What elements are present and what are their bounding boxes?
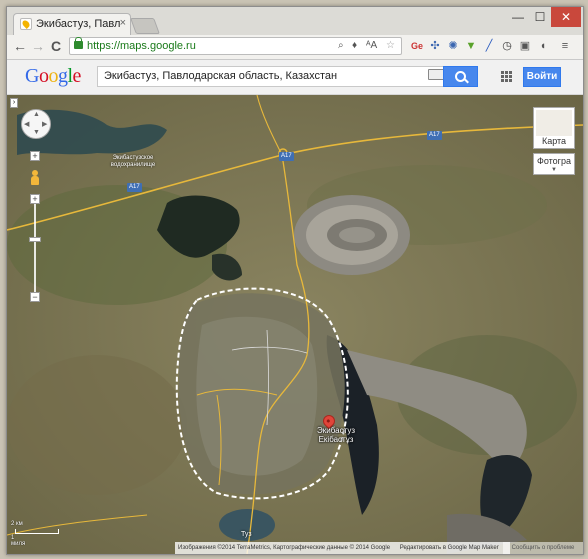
clock-icon[interactable]: ◷ — [499, 38, 515, 54]
report-problem-link[interactable]: Сообщить о проблеме — [503, 542, 583, 554]
screen-icon[interactable]: ▣ — [517, 38, 533, 54]
keyboard-icon[interactable] — [428, 69, 444, 80]
google-logo[interactable]: Google — [25, 65, 81, 88]
satellite-imagery — [7, 95, 583, 554]
map-maker-link[interactable]: Редактировать в Google Map Maker — [400, 545, 499, 551]
url-text[interactable]: https://maps.google.ru — [87, 38, 196, 54]
pan-down-icon[interactable]: ▼ — [33, 129, 40, 136]
zoom-in-button[interactable]: + — [30, 151, 40, 161]
reload-button[interactable]: C — [47, 37, 65, 55]
search-icon[interactable]: ⌕ — [338, 38, 344, 54]
reservoir-label: Экибастузское водохранилище — [110, 155, 156, 168]
scale-bar — [15, 529, 59, 534]
sound-icon[interactable]: ◖ — [535, 38, 551, 54]
close-window-button[interactable]: ✕ — [551, 7, 581, 27]
road-shield-a17: A17 — [279, 152, 294, 161]
city-label-ru: Экибастуз — [317, 426, 355, 435]
gear-icon[interactable]: ✺ — [445, 38, 461, 54]
address-bar[interactable]: https://maps.google.ru ⌕ ♦ ᴬA ☆ — [69, 37, 402, 55]
new-tab-button[interactable] — [130, 18, 160, 34]
pan-right-icon[interactable]: ▶ — [42, 120, 47, 128]
collapse-panel-button[interactable]: › — [10, 98, 18, 108]
scale-mi: 1 миля — [11, 535, 26, 547]
zoom-slider-track[interactable] — [34, 204, 36, 292]
zoom-out-button[interactable]: − — [30, 292, 40, 302]
menu-icon[interactable]: ≡ — [557, 38, 573, 54]
pen-icon[interactable]: ╱ — [481, 38, 497, 54]
zoom-slider-thumb[interactable] — [29, 237, 41, 242]
google-maps-header: Google Экибастуз, Павлодарская область, … — [7, 60, 583, 95]
lock-icon — [74, 37, 83, 49]
star-icon[interactable]: ☆ — [386, 38, 395, 54]
bulb-icon[interactable]: ♦ — [352, 38, 357, 54]
satellite-layer-toggle[interactable]: Фотогра ▼ — [533, 153, 575, 175]
satellite-layer-label: Фотогра — [537, 156, 571, 166]
road-shield-a17: A17 — [427, 131, 442, 140]
maximize-button[interactable]: ☐ — [529, 7, 551, 27]
browser-window: Экибастуз, Павлодарская... × — ☐ ✕ ← → C… — [6, 6, 584, 555]
lake-label: Туз — [241, 531, 252, 538]
scale-km: 2 км — [11, 521, 23, 527]
signin-button[interactable]: Войти — [523, 67, 561, 87]
maps-favicon-icon — [20, 18, 32, 30]
map-scale: 2 км 1 миля — [11, 521, 59, 547]
search-button[interactable] — [443, 66, 478, 87]
city-label: Экибастуз Екібастұз — [317, 426, 355, 444]
satellite-map[interactable]: › ▲ ▼ ◀ ▶ + + − Карта Фотогра ▼ Экибасту… — [7, 95, 583, 554]
map-layer-label: Карта — [541, 136, 567, 146]
back-button[interactable]: ← — [11, 37, 29, 55]
arrow-down-icon[interactable]: ▼ — [463, 38, 479, 54]
browser-tab[interactable]: Экибастуз, Павлодарская... × — [13, 13, 131, 35]
ge-icon[interactable]: Ge — [409, 38, 425, 54]
pan-control[interactable]: ▲ ▼ ◀ ▶ — [21, 109, 51, 139]
tab-bar: Экибастуз, Павлодарская... × — ☐ ✕ — [7, 7, 583, 35]
tab-close-icon[interactable]: × — [120, 17, 126, 29]
road-shield-a17: A17 — [127, 183, 142, 192]
map-layer-preview — [536, 110, 572, 136]
zoom-in-small-button[interactable]: + — [30, 194, 40, 204]
chevron-down-icon: ▼ — [551, 167, 557, 173]
pan-left-icon[interactable]: ◀ — [24, 120, 29, 128]
puzzle-icon[interactable]: ✣ — [427, 38, 443, 54]
translate-icon[interactable]: ᴬA — [366, 38, 377, 54]
maps-search-input[interactable]: Экибастуз, Павлодарская область, Казахст… — [97, 66, 453, 87]
apps-grid-icon[interactable] — [501, 71, 513, 83]
tab-title: Экибастуз, Павлодарская... — [36, 18, 120, 30]
pegman-icon[interactable] — [30, 170, 40, 186]
imagery-attribution: Изображения ©2014 TerraMetrics, Картогра… — [178, 545, 391, 551]
map-attribution: Изображения ©2014 TerraMetrics, Картогра… — [175, 542, 510, 554]
minimize-button[interactable]: — — [507, 7, 529, 27]
city-label-kz: Екібастұз — [318, 435, 354, 444]
forward-button[interactable]: → — [29, 37, 47, 55]
browser-toolbar: ← → C https://maps.google.ru ⌕ ♦ ᴬA ☆ Ge… — [7, 35, 583, 60]
map-layer-toggle[interactable]: Карта — [533, 107, 575, 149]
pan-up-icon[interactable]: ▲ — [33, 111, 40, 118]
